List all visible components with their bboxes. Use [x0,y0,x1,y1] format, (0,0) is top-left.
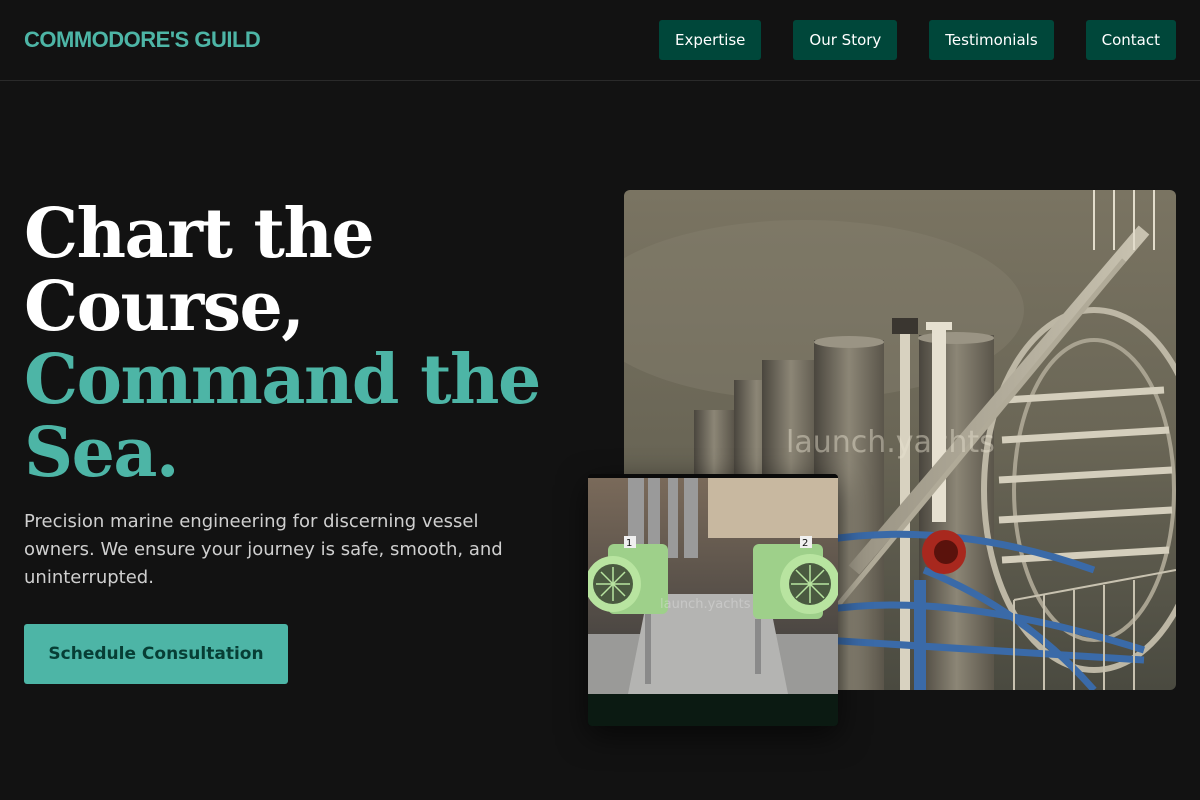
engine-room-photo: 1 2 launch.yachts [588,474,838,726]
hero-subtitle: Precision marine engineering for discern… [24,511,503,588]
nav-contact-button[interactable]: Contact [1085,20,1176,60]
hero-title-line-1: Chart the [24,194,375,274]
hero-title-accent-line-1: Command the [24,340,541,420]
inset-photo-watermark: launch.yachts [660,597,751,612]
motor-1-label: 1 [626,538,632,549]
engine-room-illustration: 1 2 launch.yachts [588,474,838,726]
hero-title: Chart the Course, Command the Sea. [24,198,584,490]
nav-our-story-button[interactable]: Our Story [793,20,898,60]
nav-links: Expertise Our Story Testimonials Contact [659,20,1176,60]
nav-testimonials-button[interactable]: Testimonials [929,20,1054,60]
hero-title-line-2: Course, [24,267,305,347]
nav-expertise-button[interactable]: Expertise [659,20,762,60]
brand-logo[interactable]: COMMODORE'S GUILD [24,27,261,53]
top-navbar: COMMODORE'S GUILD Expertise Our Story Te… [0,0,1200,81]
hero-title-accent-line-2: Sea. [24,413,180,493]
motor-2-label: 2 [802,538,808,549]
schedule-consultation-button[interactable]: Schedule Consultation [24,624,288,684]
main-photo-watermark: launch.yachts [786,425,995,460]
